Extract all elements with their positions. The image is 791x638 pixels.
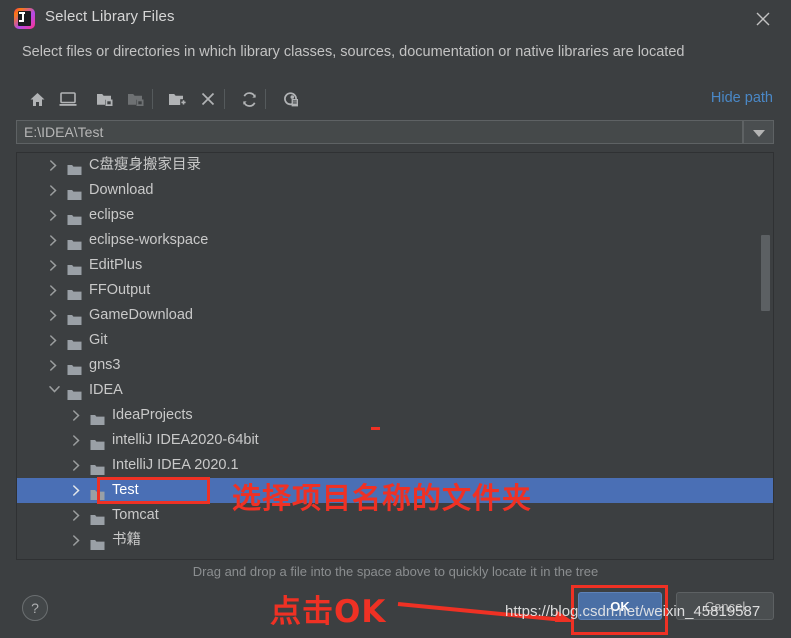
chevron-right-icon[interactable] (49, 328, 61, 353)
hide-path-link[interactable]: Hide path (711, 90, 773, 106)
tree-row-label: Download (89, 182, 154, 198)
tree-row[interactable]: Tomcat (17, 503, 773, 528)
tree-row-label: intelliJ IDEA2020-64bit (112, 432, 259, 448)
tree-row-label: GameDownload (89, 307, 193, 323)
annotation-red-dot (371, 427, 380, 430)
toolbar-divider-3 (265, 89, 266, 109)
vertical-scrollbar[interactable] (761, 235, 770, 311)
tree-row[interactable]: gns3 (17, 353, 773, 378)
path-dropdown-button[interactable] (743, 120, 774, 144)
chevron-right-icon[interactable] (72, 403, 84, 428)
path-input[interactable]: E:\IDEA\Test (16, 120, 743, 144)
chevron-right-icon[interactable] (49, 228, 61, 253)
new-folder-icon[interactable] (162, 84, 192, 114)
annotation-arrow (397, 602, 574, 622)
chevron-right-icon[interactable] (72, 503, 84, 528)
toolbar-divider-1 (152, 89, 153, 109)
chevron-right-icon[interactable] (49, 178, 61, 203)
help-button[interactable]: ? (22, 595, 48, 621)
tree-row-label: IdeaProjects (112, 407, 193, 423)
folder-icon (90, 528, 107, 559)
tree-row-label: gns3 (89, 357, 121, 373)
intellij-idea-logo-icon (14, 8, 35, 29)
tree-row-label: eclipse (89, 207, 135, 223)
chevron-right-icon[interactable] (49, 303, 61, 328)
tree-row[interactable]: IdeaProjects (17, 403, 773, 428)
tree-row[interactable]: IDEA (17, 378, 773, 403)
tree-row[interactable]: IntelliJ IDEA 2020.1 (17, 453, 773, 478)
tree-row[interactable]: Download (17, 178, 773, 203)
chevron-right-icon[interactable] (72, 453, 84, 478)
tree-row-label: Git (89, 332, 108, 348)
dialog-title: Select Library Files (45, 8, 175, 25)
tree-row[interactable]: intelliJ IDEA2020-64bit (17, 428, 773, 453)
chevron-right-icon[interactable] (49, 278, 61, 303)
desktop-icon[interactable] (53, 84, 83, 114)
collapse-folder-icon (121, 84, 151, 114)
tree-row[interactable]: Test (17, 478, 773, 503)
select-library-files-dialog: Select Library Files Select files or dir… (0, 0, 791, 638)
tree-row[interactable]: Git (17, 328, 773, 353)
chevron-down-icon (753, 130, 765, 137)
chevron-right-icon[interactable] (49, 153, 61, 178)
close-icon[interactable] (749, 6, 777, 32)
tree-row[interactable]: GameDownload (17, 303, 773, 328)
tree-row-label: EditPlus (89, 257, 143, 273)
tree-row[interactable]: FFOutput (17, 278, 773, 303)
delete-icon[interactable] (193, 84, 223, 114)
title-bar: Select Library Files (0, 0, 791, 38)
chevron-right-icon[interactable] (72, 428, 84, 453)
toolbar (0, 79, 791, 119)
expand-folder-icon[interactable] (90, 84, 120, 114)
drag-drop-hint: Drag and drop a file into the space abov… (192, 564, 599, 579)
directory-tree[interactable]: C盘瘦身搬家目录 Download eclipse eclipse-workspace… (16, 152, 774, 560)
chevron-right-icon[interactable] (72, 478, 84, 503)
tree-row-label: C盘瘦身搬家目录 (89, 157, 201, 173)
chevron-down-icon[interactable] (49, 378, 61, 403)
ok-button[interactable]: OK (578, 592, 662, 620)
tree-row[interactable]: eclipse (17, 203, 773, 228)
tree-row-label: IntelliJ IDEA 2020.1 (112, 457, 239, 473)
chevron-right-icon[interactable] (49, 353, 61, 378)
refresh-icon[interactable] (234, 84, 264, 114)
chevron-right-icon[interactable] (49, 253, 61, 278)
tree-row[interactable]: C盘瘦身搬家目录 (17, 153, 773, 178)
path-input-value: E:\IDEA\Test (24, 124, 104, 140)
cancel-button[interactable]: Cancel (676, 592, 774, 620)
chevron-right-icon[interactable] (49, 203, 61, 228)
tree-row-label: 书籍 (112, 532, 141, 548)
tree-row-label: IDEA (89, 382, 123, 398)
annotation-text-ok: 点击OK (270, 594, 387, 630)
tree-row-label: eclipse-workspace (89, 232, 209, 248)
tree-row[interactable]: EditPlus (17, 253, 773, 278)
tree-row[interactable]: 书籍 (17, 528, 773, 553)
tree-row-label: FFOutput (89, 282, 151, 298)
dialog-subtitle: Select files or directories in which lib… (22, 44, 685, 60)
tree-row-label: Tomcat (112, 507, 159, 523)
tree-row[interactable]: eclipse-workspace (17, 228, 773, 253)
home-icon[interactable] (22, 84, 52, 114)
chevron-right-icon[interactable] (72, 528, 84, 553)
tree-row-label: Test (112, 482, 139, 498)
toolbar-divider-2 (224, 89, 225, 109)
path-field-row: E:\IDEA\Test (16, 120, 774, 146)
show-hidden-files-icon[interactable] (275, 84, 305, 114)
